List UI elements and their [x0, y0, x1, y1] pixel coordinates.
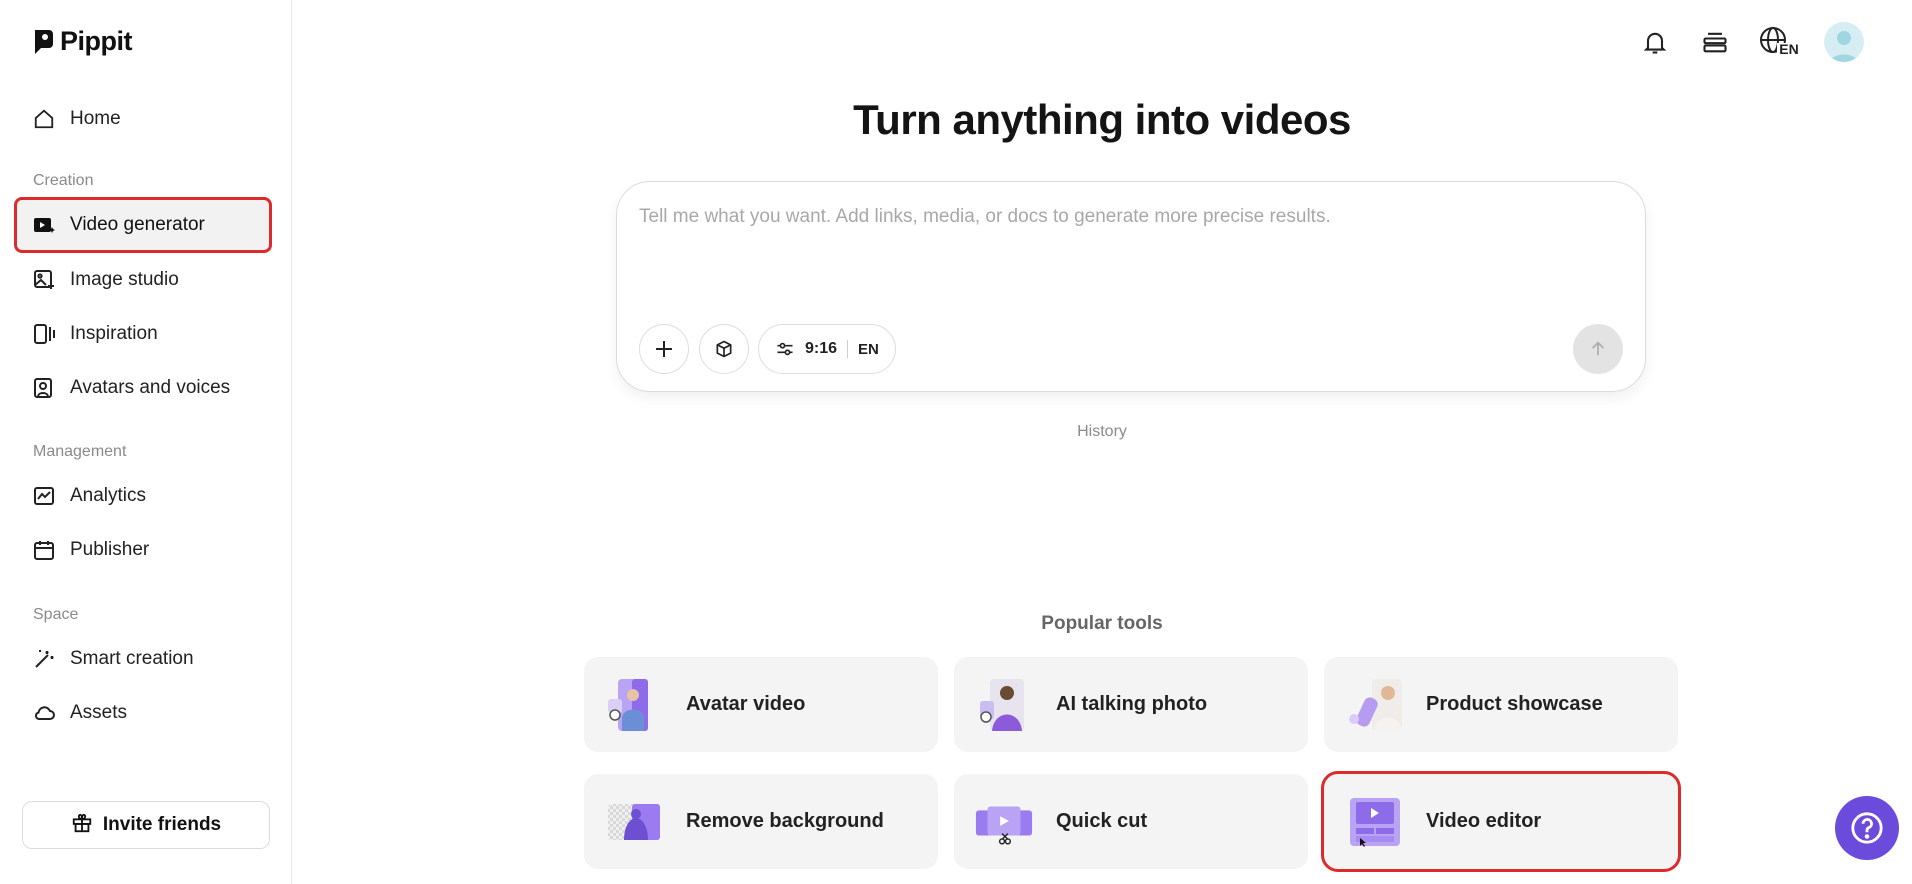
sidebar-item-analytics[interactable]: Analytics — [16, 470, 270, 522]
magic-wand-icon — [32, 647, 56, 671]
prompt-box: 9:16 EN — [616, 181, 1646, 392]
popular-tools-title: Popular tools — [1041, 613, 1163, 634]
section-title-space: Space — [33, 606, 79, 623]
tool-label: Remove background — [686, 810, 884, 832]
tool-label: Video editor — [1426, 810, 1542, 832]
language-value: EN — [858, 340, 879, 358]
pippit-logo-icon — [35, 29, 53, 54]
video-settings-button[interactable]: 9:16 EN — [758, 324, 896, 374]
tool-label: Quick cut — [1056, 810, 1148, 832]
video-editor-thumbnail — [1344, 794, 1404, 850]
sidebar-item-smart-creation[interactable]: Smart creation — [16, 633, 270, 685]
question-mark-icon — [1851, 812, 1883, 844]
invite-friends-label: Invite friends — [102, 814, 222, 835]
sidebar-item-inspiration[interactable]: Inspiration — [16, 308, 270, 360]
arrow-up-icon — [1591, 341, 1605, 356]
tool-label: Avatar video — [686, 693, 806, 715]
help-button[interactable] — [1835, 796, 1899, 860]
avatar-video-thumbnail — [604, 677, 664, 733]
app-logo[interactable]: Pippit — [32, 26, 133, 57]
sidebar-item-image-studio[interactable]: Image studio — [16, 254, 270, 306]
calendar-icon — [32, 538, 56, 562]
remove-background-thumbnail — [604, 794, 664, 850]
analytics-icon — [32, 484, 56, 508]
product-showcase-thumbnail — [1344, 677, 1404, 733]
plus-icon — [656, 341, 672, 357]
section-title-management: Management — [33, 443, 127, 460]
language-code: EN — [1779, 41, 1799, 57]
prompt-input[interactable] — [639, 206, 1619, 228]
image-studio-icon — [32, 268, 56, 292]
bell-icon[interactable] — [1638, 25, 1672, 59]
tool-card-product-showcase[interactable]: Product showcase — [1324, 657, 1678, 752]
app-name: Pippit — [60, 26, 133, 56]
topbar: EN — [1638, 22, 1864, 62]
cloud-icon — [32, 701, 56, 725]
sidebar-item-publisher[interactable]: Publisher — [16, 524, 270, 576]
cube-icon — [716, 340, 732, 358]
sidebar-item-label: Smart creation — [70, 648, 194, 669]
inspiration-icon — [32, 322, 56, 346]
ai-talking-photo-thumbnail — [974, 677, 1034, 733]
aspect-ratio-value: 9:16 — [805, 340, 838, 357]
divider — [847, 340, 849, 358]
send-button[interactable] — [1573, 324, 1623, 374]
home-icon — [32, 107, 56, 131]
sidebar-item-label: Image studio — [70, 269, 179, 290]
sidebar-item-label: Inspiration — [70, 323, 158, 344]
layers-icon[interactable] — [1698, 25, 1732, 59]
tool-label: Product showcase — [1426, 693, 1603, 715]
sidebar-item-label: Avatars and voices — [70, 377, 231, 398]
sidebar-item-label: Analytics — [70, 485, 147, 506]
invite-friends-button[interactable]: Invite friends — [22, 801, 270, 849]
add-media-button[interactable] — [639, 324, 689, 374]
tool-card-avatar-video[interactable]: Avatar video — [584, 657, 938, 752]
sidebar-item-label: Publisher — [70, 539, 150, 560]
gift-icon — [71, 812, 93, 839]
sidebar-item-video-generator[interactable]: Video generator — [14, 197, 272, 253]
user-avatar[interactable] — [1824, 22, 1864, 62]
sidebar-item-label: Home — [70, 108, 121, 129]
tool-label: AI talking photo — [1056, 693, 1208, 715]
video-generator-icon — [32, 213, 56, 237]
quick-cut-thumbnail — [974, 794, 1034, 850]
sidebar-item-label: Assets — [70, 702, 128, 723]
sidebar-item-assets[interactable]: Assets — [16, 687, 270, 739]
tool-card-video-editor[interactable]: Video editor — [1321, 771, 1681, 872]
section-title-creation: Creation — [33, 172, 94, 189]
assets-button[interactable] — [699, 324, 749, 374]
sliders-icon — [777, 342, 793, 356]
sidebar-item-home[interactable]: Home — [16, 93, 270, 145]
tool-card-ai-talking-photo[interactable]: AI talking photo — [954, 657, 1308, 752]
globe-language-icon[interactable]: EN — [1758, 25, 1799, 59]
page-title: Turn anything into videos — [853, 96, 1351, 143]
avatar-voice-icon — [32, 376, 56, 400]
tool-card-quick-cut[interactable]: Quick cut — [954, 774, 1308, 869]
history-link[interactable]: History — [292, 423, 1912, 441]
tool-card-remove-background[interactable]: Remove background — [584, 774, 938, 869]
sidebar: Pippit Home Creation Video generator Ima… — [0, 0, 292, 884]
sidebar-item-label: Video generator — [70, 214, 205, 235]
sidebar-item-avatars-and-voices[interactable]: Avatars and voices — [16, 362, 270, 414]
